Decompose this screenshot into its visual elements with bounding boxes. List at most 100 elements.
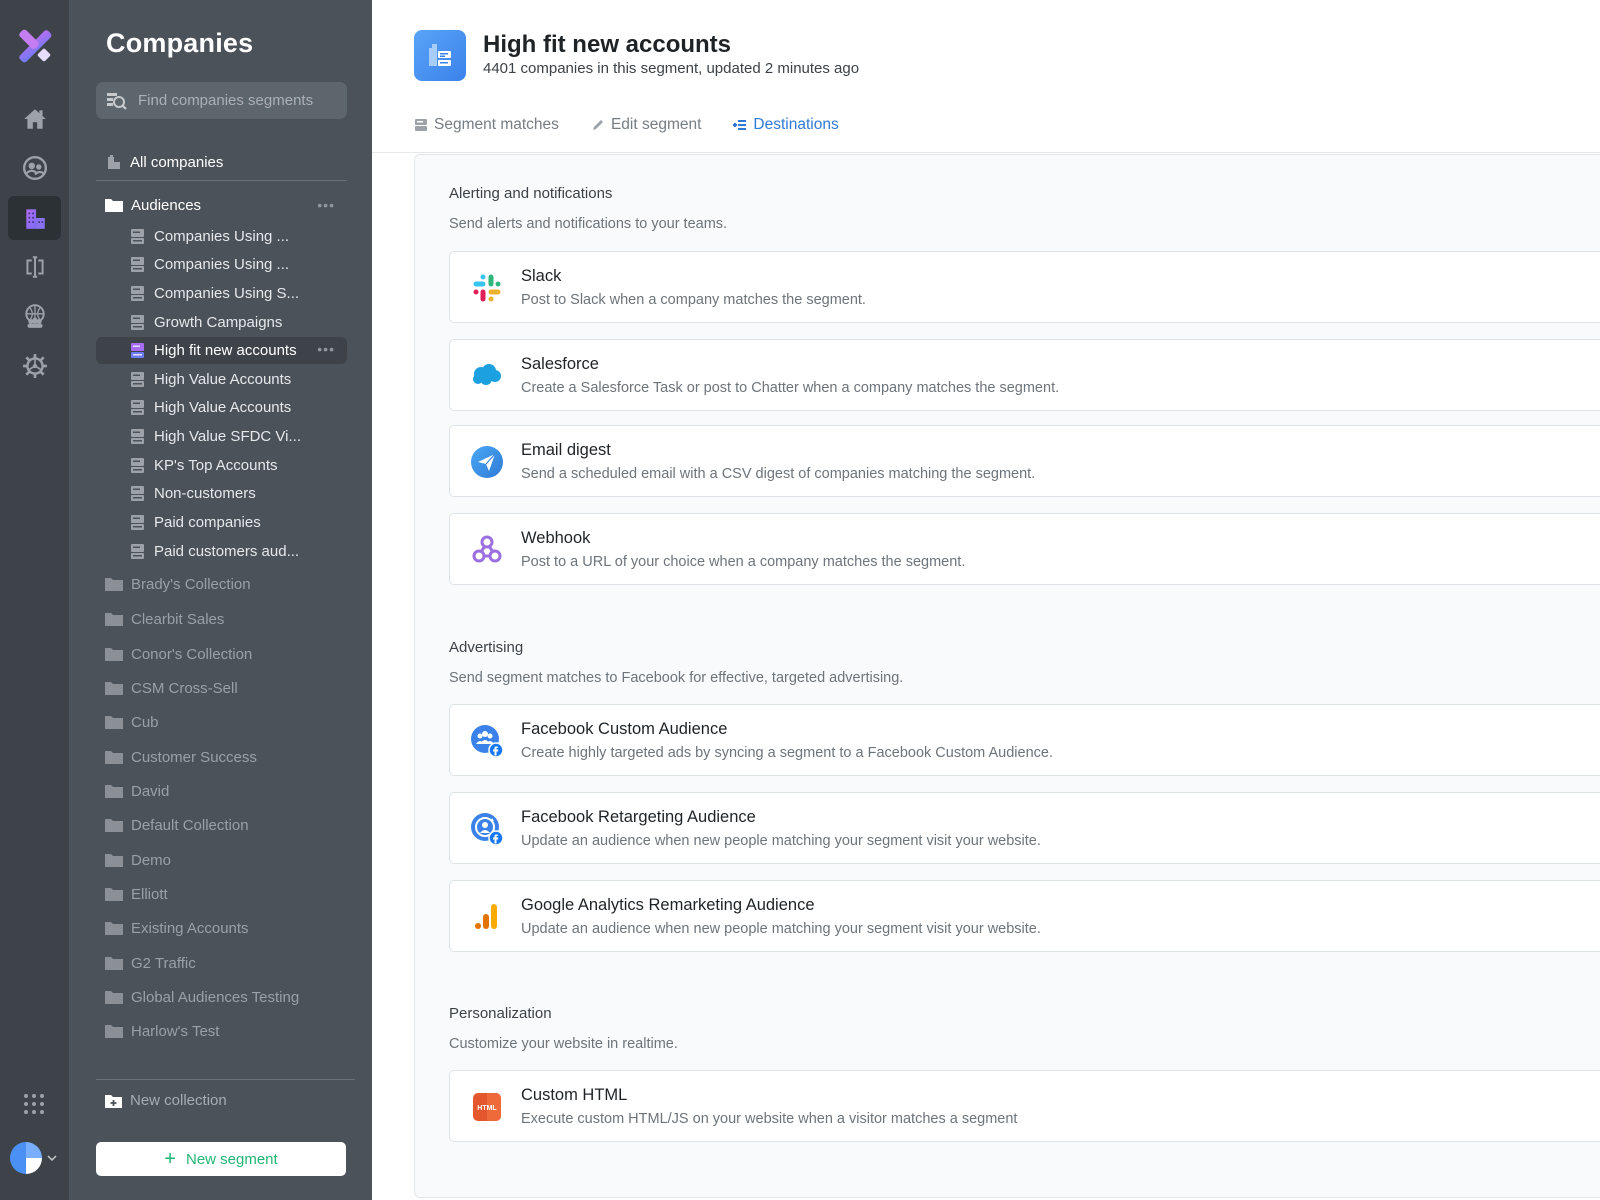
sidebar-segment-item[interactable]: Companies Using ... <box>96 223 347 250</box>
slack-icon <box>470 271 504 305</box>
folder-icon <box>105 1025 123 1038</box>
destination-card[interactable]: Email digest Send a scheduled email with … <box>449 425 1600 497</box>
folder-icon <box>105 785 123 798</box>
plus-icon: + <box>164 1148 176 1170</box>
search-input[interactable] <box>138 92 338 109</box>
new-collection-button[interactable]: New collection <box>104 1092 227 1109</box>
destination-description: Send a scheduled email with a CSV digest… <box>521 466 1036 482</box>
sidebar-folder-item[interactable]: G2 Traffic <box>96 949 347 977</box>
sidebar-folder-item[interactable]: David <box>96 777 347 805</box>
apps-grid-icon[interactable] <box>22 1092 46 1116</box>
sidebar-segment-item[interactable]: Paid companies <box>96 509 347 536</box>
more-options-icon[interactable]: ••• <box>317 341 335 357</box>
sidebar-folder-item[interactable]: Clearbit Sales <box>96 605 347 633</box>
segment-label: Paid companies <box>154 514 261 531</box>
google-analytics-icon <box>470 900 504 934</box>
segment-label: Non-customers <box>154 485 256 502</box>
rail-home[interactable] <box>8 97 61 141</box>
segment-icon <box>131 257 144 272</box>
folder-label: Elliott <box>131 885 168 903</box>
sidebar-folder-item[interactable]: Customer Success <box>96 743 347 771</box>
sidebar-segment-item[interactable]: Growth Campaigns <box>96 309 347 336</box>
folder-icon <box>105 922 123 935</box>
folder-label: David <box>131 782 170 800</box>
sidebar-folder-item[interactable]: Existing Accounts <box>96 914 347 942</box>
page-subtitle: 4401 companies in this segment, updated … <box>483 60 860 77</box>
sidebar-segment-item[interactable]: Non-customers <box>96 480 347 507</box>
sidebar-folder-item[interactable]: CSM Cross-Sell <box>96 674 347 702</box>
folder-icon <box>105 648 123 661</box>
segment-icon <box>131 544 144 559</box>
search-segments-icon <box>107 92 127 110</box>
webhook-icon <box>470 533 504 567</box>
destination-card[interactable]: Facebook Custom Audience Create highly ta… <box>449 704 1600 776</box>
sidebar-folder-item[interactable]: Default Collection <box>96 811 347 839</box>
all-companies-label: All companies <box>130 153 224 171</box>
avatar <box>10 1142 42 1174</box>
folder-audiences[interactable]: Audiences ••• <box>96 191 347 219</box>
sidebar-segment-item[interactable]: Paid customers aud... <box>96 538 347 565</box>
folder-label: Audiences <box>131 196 202 214</box>
folder-icon <box>105 751 123 764</box>
segment-icon <box>414 30 466 81</box>
segment-icon <box>131 286 144 301</box>
new-segment-label: New segment <box>185 1150 278 1168</box>
new-segment-button[interactable]: + New segment <box>96 1142 346 1176</box>
sidebar-folder-item[interactable]: Brady's Collection <box>96 570 347 598</box>
segment-icon <box>131 229 144 244</box>
destination-card[interactable]: Google Analytics Remarketing Audience Upd… <box>449 880 1600 952</box>
tab-segment-matches[interactable]: Segment matches <box>414 116 559 134</box>
account-menu[interactable] <box>10 1142 58 1174</box>
destination-card[interactable]: HTML Custom HTML Execute custom HTML/JS on… <box>449 1070 1600 1142</box>
sidebar-folder-item[interactable]: Harlow's Test <box>96 1017 347 1045</box>
rail-people[interactable] <box>8 146 61 190</box>
sidebar-segment-item[interactable]: Companies Using ... <box>96 251 347 278</box>
search-box[interactable] <box>96 82 347 119</box>
destination-name: Webhook <box>521 529 591 547</box>
segment-icon <box>131 400 144 415</box>
sidebar-folder-item[interactable]: Conor's Collection <box>96 640 347 668</box>
destination-card[interactable]: Slack Post to Slack when a company matche… <box>449 251 1600 323</box>
rail-enrichment[interactable] <box>8 245 61 289</box>
segment-label: High Value Accounts <box>154 371 292 388</box>
destination-description: Execute custom HTML/JS on your website w… <box>521 1111 1018 1127</box>
section-description: Send alerts and notifications to your te… <box>449 216 728 232</box>
folder-plus-icon <box>105 1094 122 1108</box>
tab-edit-segment[interactable]: Edit segment <box>591 116 701 134</box>
folder-icon <box>105 888 123 901</box>
list-icon <box>415 119 427 131</box>
folder-label: G2 Traffic <box>131 954 196 972</box>
sidebar-folder-item[interactable]: Demo <box>96 846 347 874</box>
rail-settings[interactable] <box>8 344 61 388</box>
all-companies-link[interactable]: All companies <box>96 148 347 176</box>
sidebar-segment-item[interactable]: High Value SFDC Vi... <box>96 423 347 450</box>
rail-audiences[interactable] <box>8 294 61 338</box>
destination-name: Slack <box>521 267 562 285</box>
more-options-icon[interactable]: ••• <box>317 197 335 213</box>
rail-companies[interactable] <box>8 196 61 240</box>
section-description: Send segment matches to Facebook for eff… <box>449 670 904 686</box>
sidebar-segment-item[interactable]: High fit new accounts ••• <box>96 337 347 364</box>
destination-card[interactable]: Salesforce Create a Salesforce Task or po… <box>449 339 1600 411</box>
destination-card[interactable]: Webhook Post to a URL of your choice when… <box>449 513 1600 585</box>
tab-label: Destinations <box>753 116 839 133</box>
destination-card[interactable]: Facebook Retargeting Audience Update an a… <box>449 792 1600 864</box>
sidebar-folder-item[interactable]: Cub <box>96 708 347 736</box>
sidebar-segment-item[interactable]: Companies Using S... <box>96 280 347 307</box>
segment-label: Companies Using S... <box>154 285 300 302</box>
sidebar-segment-item[interactable]: High Value Accounts <box>96 366 347 393</box>
tab-label: Segment matches <box>434 116 559 133</box>
clearbit-logo-icon[interactable] <box>17 28 53 64</box>
sidebar-segment-item[interactable]: High Value Accounts <box>96 394 347 421</box>
tab-destinations[interactable]: Destinations <box>733 116 839 134</box>
destination-name: Email digest <box>521 441 611 459</box>
sidebar-segment-item[interactable]: KP's Top Accounts <box>96 452 347 479</box>
sidebar-folder-item[interactable]: Global Audiences Testing <box>96 983 347 1011</box>
folder-label: Global Audiences Testing <box>131 988 300 1006</box>
home-icon <box>23 109 46 129</box>
gear-icon <box>22 354 47 378</box>
folder-label: Demo <box>131 851 172 869</box>
destination-description: Update an audience when new people match… <box>521 921 1041 937</box>
pencil-icon <box>592 120 603 130</box>
sidebar-folder-item[interactable]: Elliott <box>96 880 347 908</box>
